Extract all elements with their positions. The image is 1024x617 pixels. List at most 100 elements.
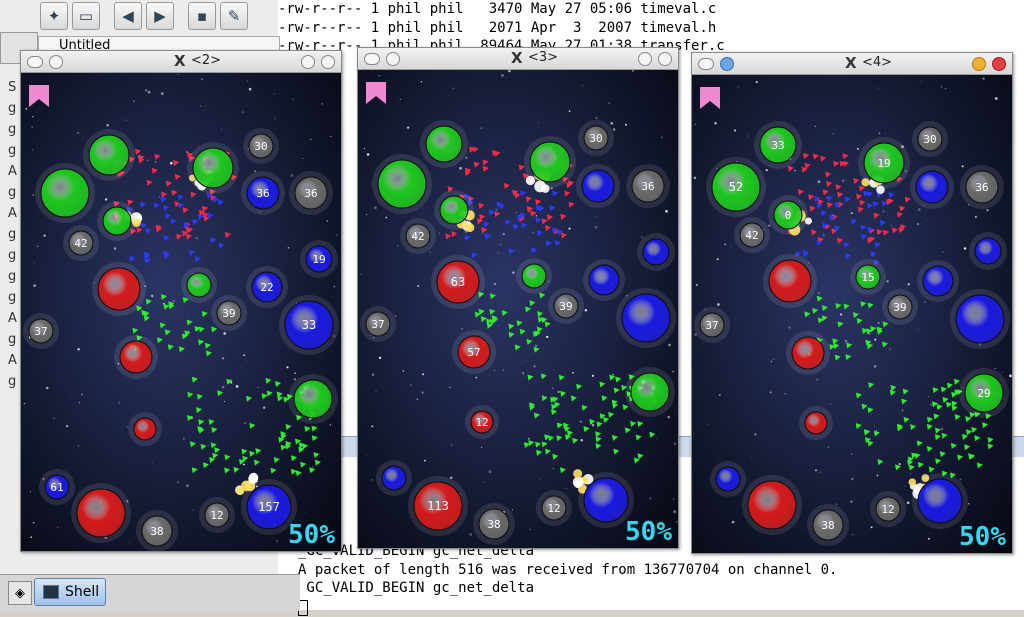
game-canvas[interactable]: 3036426339375712113123850%	[358, 70, 678, 548]
planet-ship-count: 19	[877, 157, 890, 170]
star	[312, 467, 313, 468]
star	[367, 153, 370, 156]
star	[765, 250, 766, 251]
star	[785, 393, 786, 394]
star	[889, 348, 891, 350]
minimize-button[interactable]	[638, 52, 652, 66]
planet[interactable]	[89, 135, 129, 175]
game-playfield[interactable]: 3036426339375712113123850%	[358, 70, 678, 548]
planet[interactable]	[792, 337, 824, 369]
window-menu-button[interactable]	[698, 58, 714, 70]
window-shade-button[interactable]	[49, 55, 63, 69]
star	[274, 118, 276, 120]
planet[interactable]	[716, 467, 740, 491]
planet-ship-count: 39	[559, 300, 572, 313]
planet[interactable]	[187, 273, 211, 297]
planet-ship-count: 30	[589, 132, 602, 145]
star	[225, 133, 226, 134]
star	[263, 407, 265, 409]
game-window-titlebar[interactable]: X <3>	[358, 48, 678, 70]
planet[interactable]	[769, 260, 811, 302]
planet[interactable]	[805, 412, 827, 434]
planet[interactable]	[120, 341, 152, 373]
planet[interactable]	[77, 489, 125, 537]
planet[interactable]	[378, 160, 426, 208]
planet[interactable]	[918, 479, 962, 523]
star	[768, 225, 770, 227]
planet[interactable]	[98, 268, 140, 310]
window-shade-button[interactable]	[386, 52, 400, 66]
planet[interactable]	[916, 171, 948, 203]
star	[242, 112, 243, 113]
minimize-button[interactable]	[301, 55, 315, 69]
star	[535, 345, 537, 347]
minimize-button[interactable]	[972, 57, 986, 71]
planet[interactable]	[975, 238, 1001, 264]
planet-ship-count: 38	[821, 519, 834, 532]
planet-ship-count: 39	[222, 307, 235, 320]
planet-ship-count: 38	[150, 525, 163, 538]
planet[interactable]	[522, 264, 546, 288]
star	[77, 132, 79, 134]
save-icon[interactable]: ▪	[188, 2, 216, 30]
game-window-titlebar[interactable]: X <4>	[692, 53, 1012, 75]
forward-arrow-icon[interactable]: ▶	[146, 2, 174, 30]
window-menu-button[interactable]	[364, 53, 380, 65]
fleet-percent[interactable]: 50%	[625, 517, 672, 547]
taskbar-shell-button[interactable]: Shell	[34, 578, 106, 606]
planet[interactable]	[582, 170, 614, 202]
star	[592, 375, 594, 377]
game-window-titlebar[interactable]: X <2>	[21, 51, 341, 73]
planet[interactable]	[193, 148, 233, 188]
star	[661, 137, 663, 139]
planet[interactable]	[956, 295, 1004, 343]
game-playfield[interactable]: 30363642192239333761121573850%	[21, 73, 341, 551]
fleet-percent[interactable]: 50%	[959, 522, 1006, 552]
game-window-2[interactable]: X <2> 30363642192239333761121573850%	[20, 50, 342, 552]
planet[interactable]	[134, 418, 156, 440]
planet[interactable]	[426, 126, 462, 162]
close-button[interactable]	[992, 57, 1006, 71]
planet[interactable]	[923, 266, 953, 296]
game-canvas[interactable]: 331930365204215393729123850%	[692, 75, 1012, 553]
planet[interactable]	[294, 380, 332, 418]
star	[330, 136, 331, 137]
planet[interactable]	[41, 169, 89, 217]
game-playfield[interactable]: 331930365204215393729123850%	[692, 75, 1012, 553]
planet[interactable]	[589, 265, 619, 295]
planet[interactable]	[584, 478, 628, 522]
star	[129, 542, 130, 543]
new-file-icon[interactable]: ✦	[40, 2, 68, 30]
star	[439, 233, 440, 234]
planet[interactable]	[530, 142, 570, 182]
star	[249, 88, 252, 91]
open-folder-icon[interactable]: ▭	[72, 2, 100, 30]
planet[interactable]	[748, 481, 796, 529]
desktop-icon[interactable]: ◈	[8, 581, 32, 605]
close-button[interactable]	[321, 55, 335, 69]
window-menu-button[interactable]	[27, 56, 43, 68]
game-window-4[interactable]: X <4> 331930365204215393729123850%	[691, 52, 1013, 554]
edit-icon[interactable]: ✎	[220, 2, 248, 30]
star	[707, 424, 708, 425]
gutter-char: S	[0, 80, 20, 101]
star	[891, 225, 893, 227]
star	[604, 257, 605, 258]
planet-ship-count: 12	[547, 502, 560, 515]
back-arrow-icon[interactable]: ◀	[114, 2, 142, 30]
star	[159, 196, 160, 197]
star	[33, 522, 35, 524]
star	[334, 286, 335, 287]
planet[interactable]	[440, 196, 468, 224]
planet[interactable]	[382, 466, 406, 490]
game-window-3[interactable]: X <3> 3036426339375712113123850%	[357, 47, 679, 549]
planet[interactable]	[103, 207, 131, 235]
star	[552, 387, 554, 389]
window-shade-button[interactable]	[720, 57, 734, 71]
fleet-percent[interactable]: 50%	[288, 520, 335, 550]
planet[interactable]	[643, 239, 669, 265]
close-button[interactable]	[658, 52, 672, 66]
planet[interactable]	[631, 373, 669, 411]
game-canvas[interactable]: 30363642192239333761121573850%	[21, 73, 341, 551]
planet[interactable]	[622, 294, 670, 342]
